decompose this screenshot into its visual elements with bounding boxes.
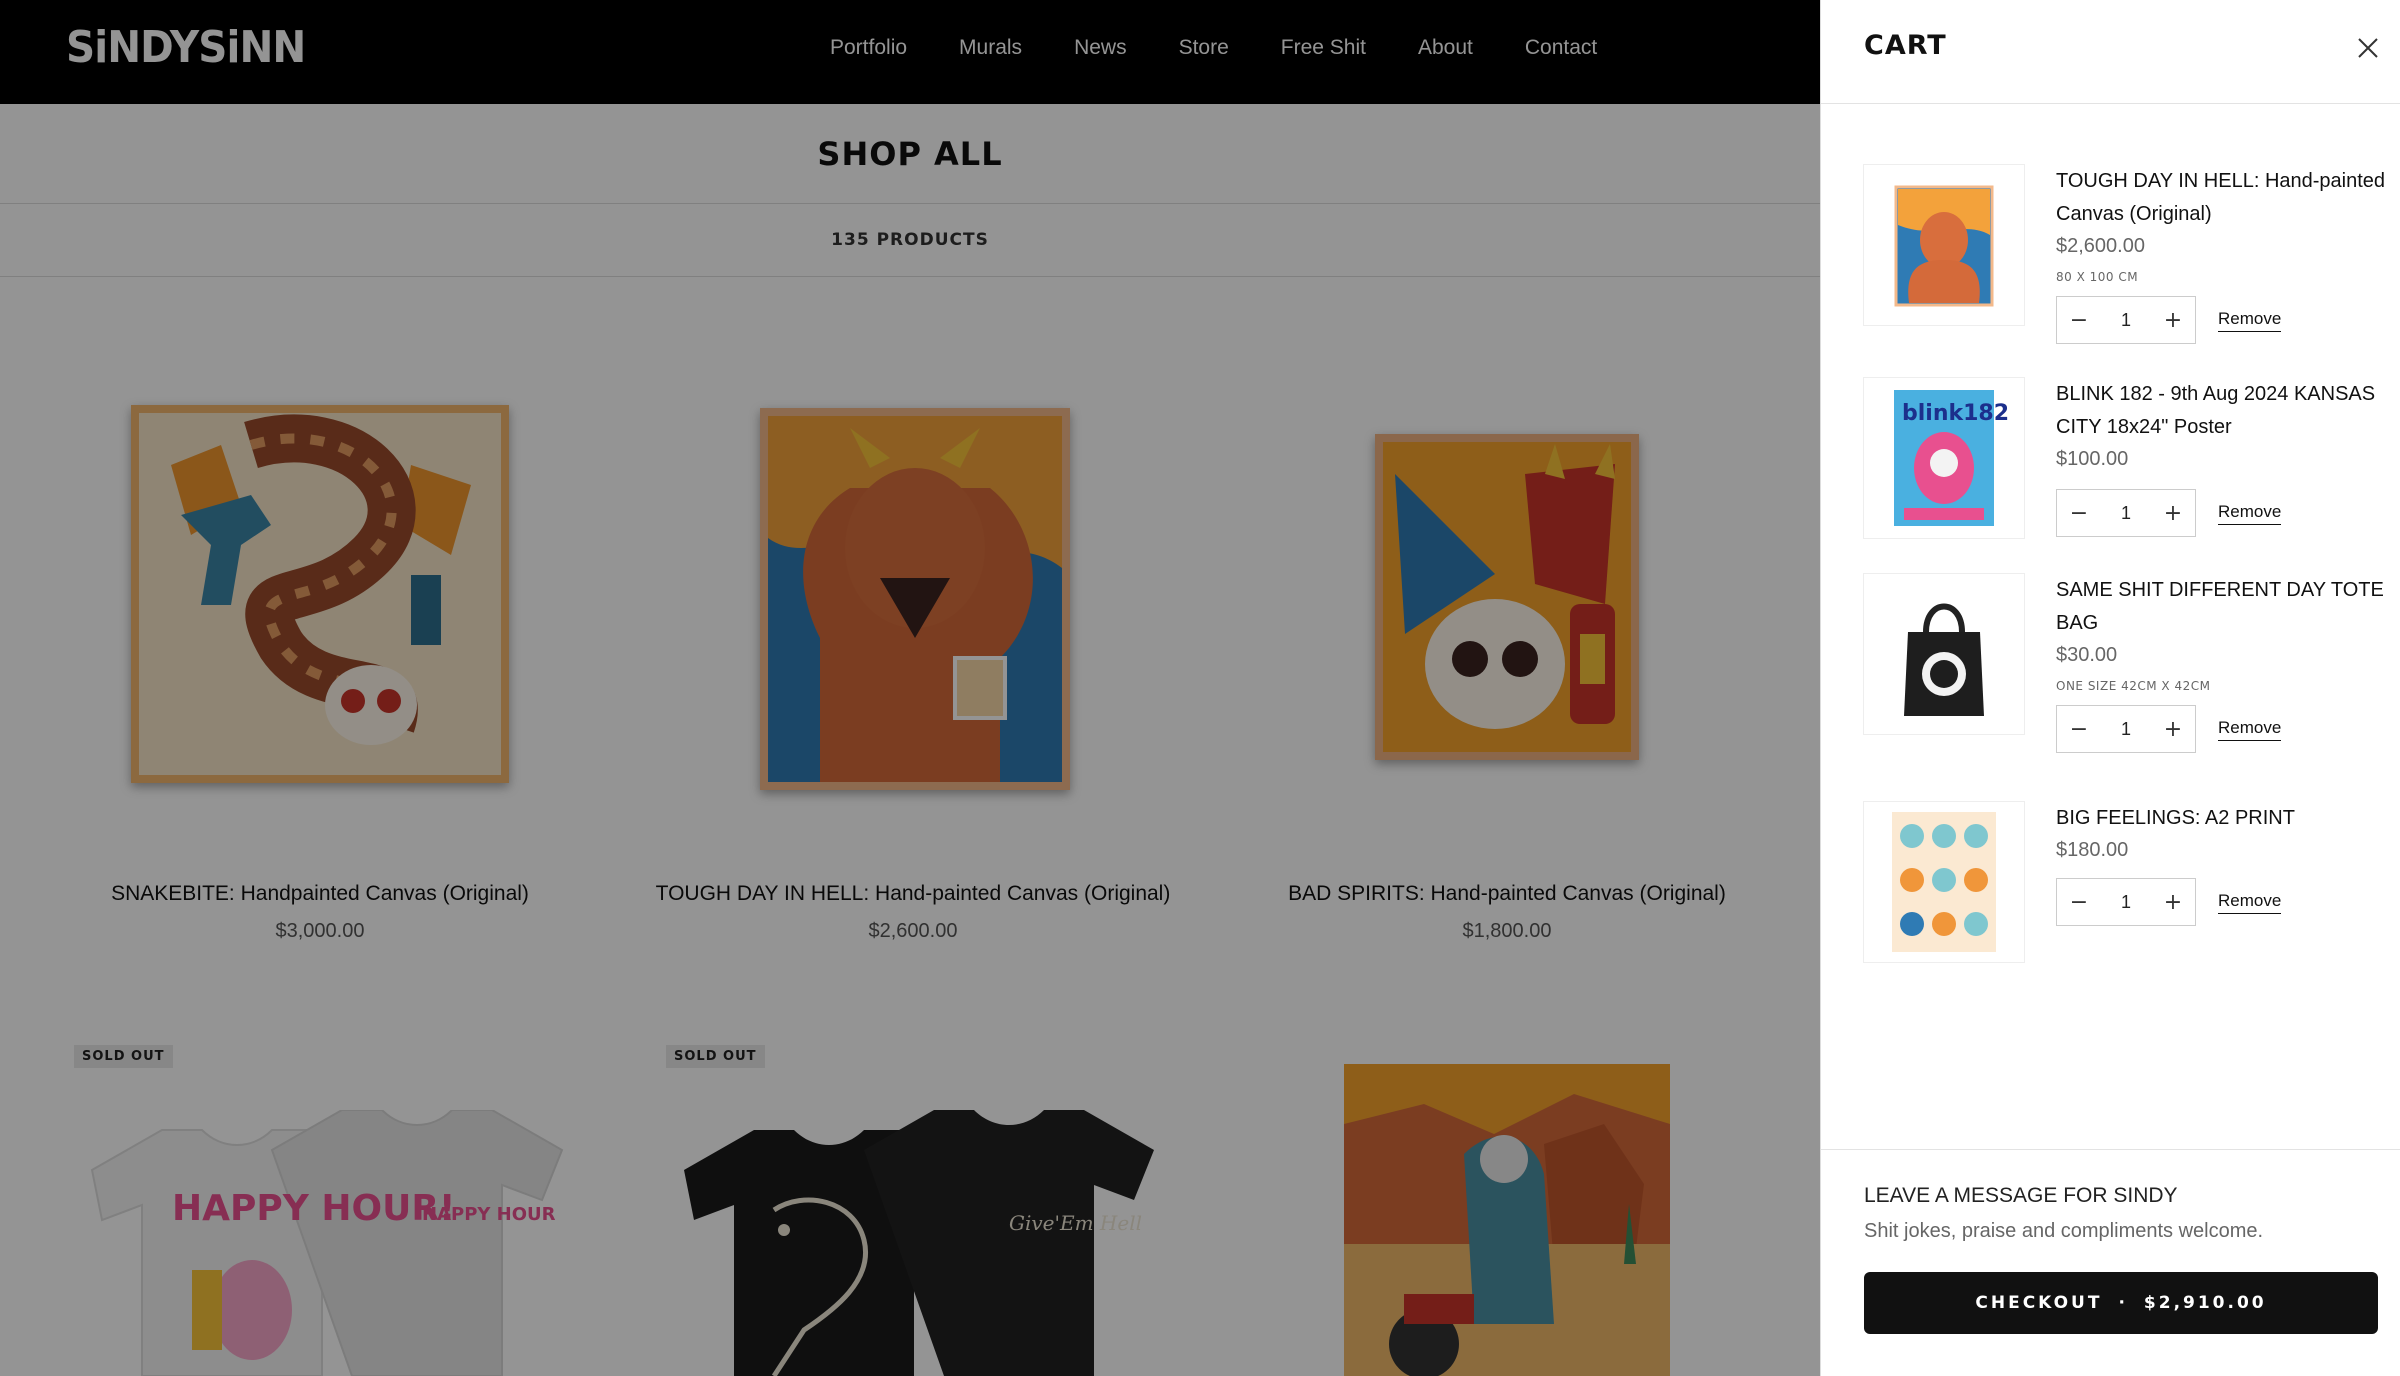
cart-item-price: $100.00 [2056,448,2129,470]
increase-quantity-button[interactable]: + [2163,890,2183,915]
cart-footer: LEAVE A MESSAGE FOR SINDY Shit jokes, pr… [1821,1149,2400,1376]
cart-drawer: CART TOUGH DAY IN HELL: Hand-painted Can… [1820,0,2400,1376]
quantity-stepper: − 1 + [2056,705,2196,753]
quantity-value[interactable]: 1 [2121,503,2131,524]
quantity-stepper: − 1 + [2056,489,2196,537]
remove-item-link[interactable]: Remove [2218,891,2282,914]
increase-quantity-button[interactable]: + [2163,308,2183,333]
cart-item-variant: 80 X 100 CM [2056,270,2139,284]
checkout-label: CHECKOUT [1975,1293,2103,1313]
cart-item-price: $2,600.00 [2056,235,2145,257]
quantity-row: − 1 + Remove [2056,878,2386,926]
message-subtitle: Shit jokes, praise and compliments welco… [1864,1220,2264,1242]
cart-item-variant: ONE SIZE 42CM X 42CM [2056,679,2211,693]
quantity-stepper: − 1 + [2056,296,2196,344]
quantity-row: − 1 + Remove [2056,296,2386,344]
remove-item-link[interactable]: Remove [2218,718,2282,741]
increase-quantity-button[interactable]: + [2163,501,2183,526]
separator-dot: · [2118,1293,2128,1313]
cart-item-name[interactable]: BLINK 182 - 9th Aug 2024 KANSAS CITY 18x… [2056,378,2386,444]
decrease-quantity-button[interactable]: − [2069,890,2089,915]
quantity-value[interactable]: 1 [2121,310,2131,331]
cart-item-info: TOUGH DAY IN HELL: Hand-painted Canvas (… [2056,165,2386,344]
cart-item-name[interactable]: BIG FEELINGS: A2 PRINT [2056,802,2386,835]
decrease-quantity-button[interactable]: − [2069,308,2089,333]
remove-item-link[interactable]: Remove [2218,502,2282,525]
checkout-total: $2,910.00 [2143,1293,2267,1313]
cart-item-info: BIG FEELINGS: A2 PRINT $180.00 − 1 + Rem… [2056,802,2386,926]
close-icon[interactable] [2356,36,2380,60]
cart-title: CART [1864,30,1947,61]
cart-item-info: SAME SHIT DIFFERENT DAY TOTE BAG $30.00 … [2056,574,2386,753]
cart-item-thumbnail[interactable]: blink182 [1864,378,2024,538]
cart-header: CART [1821,0,2400,104]
page-dim-overlay[interactable] [0,0,1820,1376]
blink182-poster-text: blink182 [1902,401,2009,426]
cart-item-price: $30.00 [2056,644,2118,666]
message-title[interactable]: LEAVE A MESSAGE FOR SINDY [1864,1184,2178,1208]
quantity-value[interactable]: 1 [2121,892,2131,913]
decrease-quantity-button[interactable]: − [2069,717,2089,742]
cart-item-thumbnail[interactable] [1864,802,2024,962]
quantity-value[interactable]: 1 [2121,719,2131,740]
cart-item-name[interactable]: TOUGH DAY IN HELL: Hand-painted Canvas (… [2056,165,2386,231]
quantity-stepper: − 1 + [2056,878,2196,926]
cart-item-thumbnail[interactable] [1864,574,2024,734]
increase-quantity-button[interactable]: + [2163,717,2183,742]
checkout-button[interactable]: CHECKOUT · $2,910.00 [1864,1272,2378,1334]
cart-item-thumbnail[interactable] [1864,165,2024,325]
remove-item-link[interactable]: Remove [2218,309,2282,332]
cart-item-name[interactable]: SAME SHIT DIFFERENT DAY TOTE BAG [2056,574,2386,640]
decrease-quantity-button[interactable]: − [2069,501,2089,526]
quantity-row: − 1 + Remove [2056,489,2386,537]
cart-item-info: BLINK 182 - 9th Aug 2024 KANSAS CITY 18x… [2056,378,2386,537]
quantity-row: − 1 + Remove [2056,705,2386,753]
cart-item-price: $180.00 [2056,839,2129,861]
